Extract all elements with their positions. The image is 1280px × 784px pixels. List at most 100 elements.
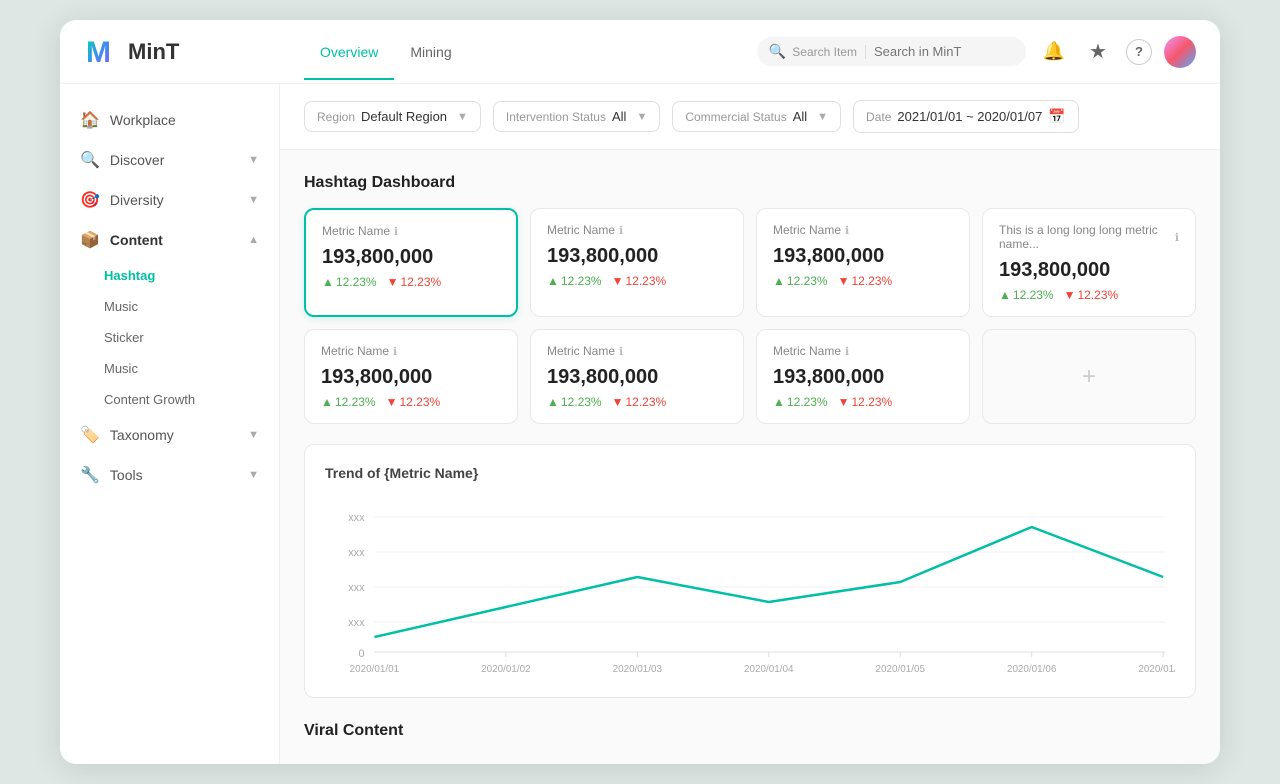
diversity-icon: 🎯	[80, 190, 100, 210]
chevron-up-icon: ▲	[248, 234, 259, 246]
metrics-row-2: Metric Name ℹ 193,800,000 ▲ 12.23% ▼ 12.…	[304, 329, 1196, 424]
intervention-status-filter[interactable]: Intervention Status All ▼	[493, 101, 660, 132]
sidebar-item-diversity[interactable]: 🎯 Diversity ▼	[60, 180, 279, 220]
sidebar-label-tools: Tools	[110, 467, 143, 483]
metric-card-4-up: ▲ 12.23%	[999, 288, 1054, 302]
logo-area: M MinT	[84, 34, 284, 70]
chevron-down-icon: ▼	[248, 154, 259, 166]
home-icon: 🏠	[80, 110, 100, 130]
metric-card-7-down: ▼ 12.23%	[838, 395, 893, 409]
sidebar-item-sticker[interactable]: Sticker	[104, 322, 279, 353]
metric-card-4-value: 193,800,000	[999, 259, 1179, 282]
help-button[interactable]: ?	[1126, 39, 1152, 65]
metric-card-2-down: ▼ 12.23%	[612, 274, 667, 288]
svg-text:M: M	[86, 36, 111, 69]
metric-card-6-down: ▼ 12.23%	[612, 395, 667, 409]
chevron-down-icon2: ▼	[248, 194, 259, 206]
tab-overview[interactable]: Overview	[304, 24, 394, 80]
avatar[interactable]	[1164, 36, 1196, 68]
date-filter[interactable]: Date 2021/01/01 ~ 2020/01/07 📅	[853, 100, 1079, 133]
svg-text:2020/01/03: 2020/01/03	[613, 664, 663, 675]
search-input[interactable]	[874, 44, 1014, 59]
svg-text:2020/01/04: 2020/01/04	[744, 664, 794, 675]
intervention-value: All	[612, 109, 626, 124]
sidebar-item-discover[interactable]: 🔍 Discover ▼	[60, 140, 279, 180]
metric-card-3-up: ▲ 12.23%	[773, 274, 828, 288]
metric-card-2[interactable]: Metric Name ℹ 193,800,000 ▲ 12.23% ▼ 12.…	[530, 208, 744, 317]
metric-card-5-changes: ▲ 12.23% ▼ 12.23%	[321, 395, 501, 409]
svg-text:0: 0	[358, 648, 364, 660]
main-content: Region Default Region ▼ Intervention Sta…	[280, 84, 1220, 764]
sidebar: 🏠 Workplace 🔍 Discover ▼ 🎯 Diversity ▼ 📦…	[60, 84, 280, 764]
commercial-status-filter[interactable]: Commercial Status All ▼	[672, 101, 841, 132]
taxonomy-icon: 🏷️	[80, 425, 100, 445]
region-filter[interactable]: Region Default Region ▼	[304, 101, 481, 132]
info-icon-2: ℹ	[619, 224, 623, 237]
calendar-icon: 📅	[1048, 108, 1065, 125]
metric-card-6[interactable]: Metric Name ℹ 193,800,000 ▲ 12.23% ▼ 12.…	[530, 329, 744, 424]
date-label: Date	[866, 110, 891, 124]
sidebar-item-workplace[interactable]: 🏠 Workplace	[60, 100, 279, 140]
sidebar-item-hashtag[interactable]: Hashtag	[104, 260, 279, 291]
filter-bar: Region Default Region ▼ Intervention Sta…	[280, 84, 1220, 150]
search-bar[interactable]: 🔍 Search Item	[757, 37, 1026, 66]
viral-content-title: Viral Content	[304, 722, 1196, 740]
body: 🏠 Workplace 🔍 Discover ▼ 🎯 Diversity ▼ 📦…	[60, 84, 1220, 764]
metric-card-7[interactable]: Metric Name ℹ 193,800,000 ▲ 12.23% ▼ 12.…	[756, 329, 970, 424]
metric-card-3-header: Metric Name ℹ	[773, 223, 953, 237]
svg-text:xxx: xxx	[348, 547, 365, 559]
metric-card-5-down: ▼ 12.23%	[386, 395, 441, 409]
info-icon-3: ℹ	[845, 224, 849, 237]
info-icon-6: ℹ	[619, 345, 623, 358]
sidebar-item-tools[interactable]: 🔧 Tools ▼	[60, 455, 279, 495]
add-metric-card[interactable]: +	[982, 329, 1196, 424]
discover-icon: 🔍	[80, 150, 100, 170]
app-name: MinT	[128, 39, 179, 65]
region-label: Region	[317, 110, 355, 124]
metric-card-3-name: Metric Name	[773, 223, 841, 237]
tab-mining[interactable]: Mining	[394, 24, 467, 80]
metric-card-7-value: 193,800,000	[773, 366, 953, 389]
tools-icon: 🔧	[80, 465, 100, 485]
metric-card-5-header: Metric Name ℹ	[321, 344, 501, 358]
metric-card-4-header: This is a long long long metric name... …	[999, 223, 1179, 251]
metric-card-3-value: 193,800,000	[773, 245, 953, 268]
metric-card-5-value: 193,800,000	[321, 366, 501, 389]
region-value: Default Region	[361, 109, 447, 124]
content-area: Hashtag Dashboard Metric Name ℹ 193,800,…	[280, 150, 1220, 764]
metric-card-7-changes: ▲ 12.23% ▼ 12.23%	[773, 395, 953, 409]
info-icon-7: ℹ	[845, 345, 849, 358]
svg-text:xxx: xxx	[348, 582, 365, 594]
chart-container: xxx xxx xxx xxx 0 2020/01/01 2020/01/02	[325, 497, 1175, 677]
metric-card-1[interactable]: Metric Name ℹ 193,800,000 ▲ 12.23% ▼ 12.…	[304, 208, 518, 317]
svg-text:xxx: xxx	[348, 512, 365, 524]
sidebar-item-music[interactable]: Music	[104, 291, 279, 322]
metric-card-1-up: ▲ 12.23%	[322, 275, 377, 289]
bell-button[interactable]: 🔔	[1038, 36, 1070, 68]
sidebar-label-content: Content	[110, 232, 163, 248]
metric-card-7-up: ▲ 12.23%	[773, 395, 828, 409]
metric-card-5-name: Metric Name	[321, 344, 389, 358]
sidebar-item-content-growth[interactable]: Content Growth	[104, 384, 279, 415]
trend-chart-title: Trend of {Metric Name}	[325, 465, 1175, 481]
metric-card-2-name: Metric Name	[547, 223, 615, 237]
metrics-row-1: Metric Name ℹ 193,800,000 ▲ 12.23% ▼ 12.…	[304, 208, 1196, 317]
star-button[interactable]: ★	[1082, 36, 1114, 68]
metric-card-2-changes: ▲ 12.23% ▼ 12.23%	[547, 274, 727, 288]
metric-card-5-up: ▲ 12.23%	[321, 395, 376, 409]
info-icon-1: ℹ	[394, 225, 398, 238]
metric-card-6-header: Metric Name ℹ	[547, 344, 727, 358]
metric-card-3[interactable]: Metric Name ℹ 193,800,000 ▲ 12.23% ▼ 12.…	[756, 208, 970, 317]
metric-card-6-up: ▲ 12.23%	[547, 395, 602, 409]
sidebar-item-taxonomy[interactable]: 🏷️ Taxonomy ▼	[60, 415, 279, 455]
metric-card-1-header: Metric Name ℹ	[322, 224, 500, 238]
metric-card-1-changes: ▲ 12.23% ▼ 12.23%	[322, 275, 500, 289]
viral-content-section: Viral Content	[304, 722, 1196, 740]
sidebar-label-diversity: Diversity	[110, 192, 164, 208]
header-right: 🔍 Search Item 🔔 ★ ?	[757, 36, 1196, 68]
metric-card-2-up: ▲ 12.23%	[547, 274, 602, 288]
sidebar-item-content[interactable]: 📦 Content ▲	[60, 220, 279, 260]
metric-card-5[interactable]: Metric Name ℹ 193,800,000 ▲ 12.23% ▼ 12.…	[304, 329, 518, 424]
metric-card-4[interactable]: This is a long long long metric name... …	[982, 208, 1196, 317]
sidebar-item-music2[interactable]: Music	[104, 353, 279, 384]
